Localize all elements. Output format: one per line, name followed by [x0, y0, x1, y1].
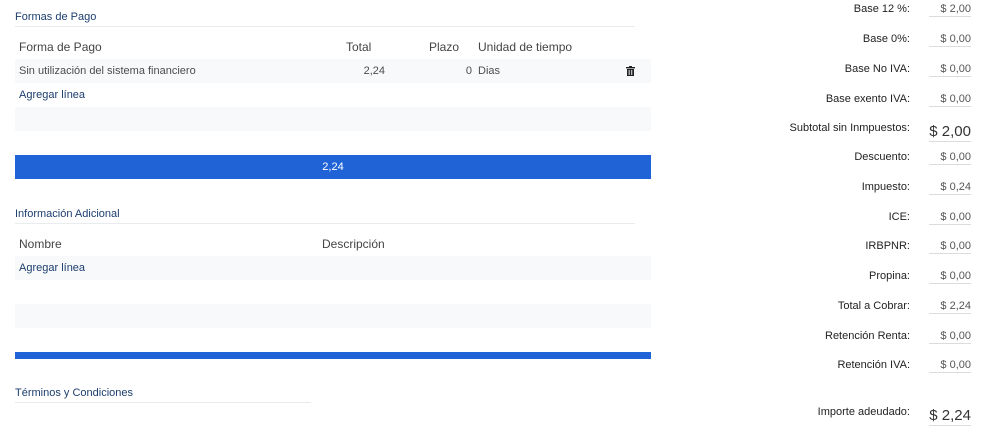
cell-unidad[interactable]: Dias [478, 65, 500, 77]
add-line-info-adicional[interactable]: Agregar línea [19, 262, 85, 274]
summary-label-base12: Base 12 %: [853, 3, 910, 15]
summary-value-total-cobrar: $ 2,24 [929, 300, 971, 314]
trash-icon[interactable] [626, 66, 635, 76]
summary-label-irbpnr: IRBPNR: [865, 240, 910, 252]
col-header-forma-pago[interactable]: Forma de Pago [19, 40, 102, 54]
empty-row [15, 304, 651, 328]
cell-total[interactable]: 2,24 [340, 65, 385, 77]
summary-label-retencion-iva: Retención IVA: [837, 359, 910, 371]
empty-row [15, 107, 651, 131]
terminos-title: Términos y Condiciones [15, 387, 311, 403]
summary-label-retencion-renta: Retención Renta: [825, 330, 910, 342]
summary-label-subtotal: Subtotal sin Inmpuestos: [789, 122, 910, 134]
add-line-formas-pago[interactable]: Agregar línea [19, 89, 85, 101]
summary-label-importe-adeudado: Importe adeudado: [817, 406, 910, 418]
cell-plazo[interactable]: 0 [440, 65, 472, 77]
summary-value-irbpnr: $ 0,00 [929, 240, 971, 254]
summary-label-base-no-iva: Base No IVA: [844, 63, 910, 75]
summary-value-base12: $ 2,00 [929, 3, 971, 17]
col-header-plazo[interactable]: Plazo [429, 40, 459, 54]
total-bar: 2,24 [15, 155, 651, 179]
summary-label-descuento: Descuento: [854, 151, 910, 163]
summary-label-total-cobrar: Total a Cobrar: [837, 300, 910, 312]
cell-forma-pago[interactable]: Sin utilización del sistema financiero [19, 65, 196, 77]
summary-value-base-exento: $ 0,00 [929, 93, 971, 107]
col-header-unidad-tiempo[interactable]: Unidad de tiempo [478, 40, 572, 54]
summary-label-impuesto: Impuesto: [861, 181, 910, 193]
empty-row [15, 256, 651, 280]
col-header-total[interactable]: Total [346, 40, 371, 54]
summary-value-subtotal: $ 2,00 [929, 123, 971, 142]
summary-label-base-exento: Base exento IVA: [825, 93, 910, 105]
info-bar [15, 352, 651, 359]
summary-value-base-no-iva: $ 0,00 [929, 63, 971, 77]
summary-value-retencion-renta: $ 0,00 [929, 330, 971, 344]
formas-pago-title: Formas de Pago [15, 11, 635, 27]
summary-value-impuesto: $ 0,24 [929, 181, 971, 195]
summary-value-ice: $ 0,00 [929, 211, 971, 225]
summary-label-ice: ICE: [888, 211, 910, 223]
summary-value-propina: $ 0,00 [929, 270, 971, 284]
summary-label-propina: Propina: [869, 270, 910, 282]
summary-value-descuento: $ 0,00 [929, 151, 971, 165]
summary-label-base0: Base 0%: [862, 33, 910, 45]
col-header-descripcion[interactable]: Descripción [322, 237, 385, 251]
col-header-nombre[interactable]: Nombre [19, 237, 62, 251]
info-adicional-title: Información Adicional [15, 208, 635, 224]
summary-value-importe-adeudado: $ 2,24 [929, 407, 971, 426]
summary-value-base0: $ 0,00 [929, 33, 971, 47]
summary-value-retencion-iva: $ 0,00 [929, 359, 971, 373]
